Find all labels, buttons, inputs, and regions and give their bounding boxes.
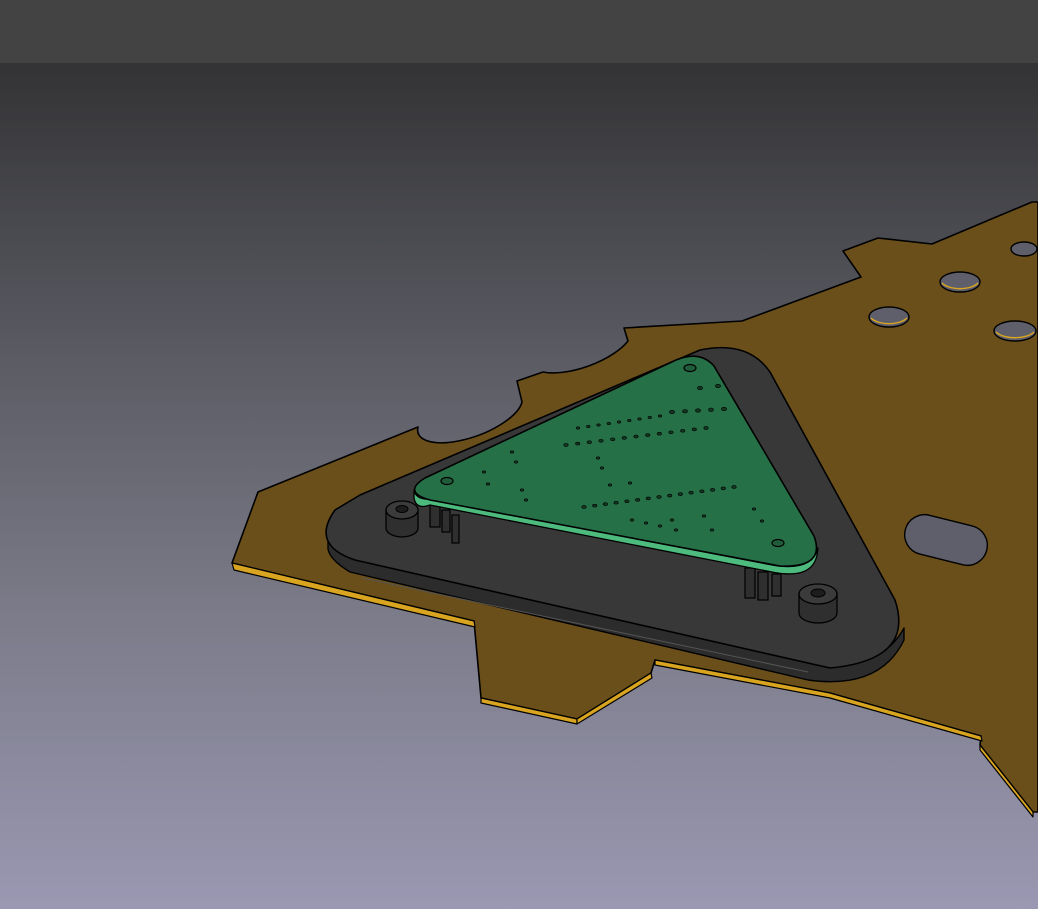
pcb-pad (656, 495, 662, 499)
pcb-pad (643, 521, 649, 525)
pcb-pad (523, 498, 529, 502)
pcb-pad (645, 496, 651, 501)
pcb-pad (586, 425, 591, 428)
pcb-pad (627, 419, 632, 422)
pcb-pad (607, 483, 613, 487)
pcb-pad (682, 409, 688, 414)
plate-hole (1010, 241, 1038, 257)
toolbar-area (0, 0, 1038, 64)
pcb-pad (624, 499, 630, 504)
pcb-pad (697, 386, 703, 390)
pcb-pad (657, 524, 663, 528)
pcb-pad (513, 460, 519, 464)
pcb-pad (595, 456, 601, 460)
pcb-pad (613, 500, 619, 505)
pcb-pad (598, 439, 604, 443)
pcb-pad (721, 407, 727, 411)
pcb-pad (645, 433, 651, 437)
pcb-pad (715, 384, 721, 388)
pcb-pad (606, 422, 611, 425)
pcb-pad (485, 482, 491, 486)
pcb-pad (657, 414, 663, 418)
pcb-pad (709, 528, 715, 532)
pcb-pad (751, 507, 757, 511)
pcb-pad (673, 528, 679, 532)
pcb-pad (688, 490, 694, 495)
pcb-pad (668, 430, 674, 435)
scene-canvas[interactable] (0, 63, 1038, 909)
pcb-pad (602, 502, 608, 506)
pcb-pad (731, 485, 737, 489)
pcb-pad (563, 443, 569, 447)
pcb-pad (656, 431, 662, 436)
pcb-pad (509, 450, 515, 454)
pcb-pad (669, 518, 675, 522)
pcb-pad (575, 426, 581, 430)
pcb-pad (599, 466, 605, 470)
pcb-pad (621, 436, 627, 440)
pcb-pad (596, 423, 601, 427)
pcb-pad (610, 437, 616, 442)
3d-viewport[interactable] (0, 63, 1038, 909)
standoff-right (798, 583, 838, 624)
pcb-pad (481, 470, 487, 474)
pcb-pad (627, 481, 633, 485)
pcb-pad (759, 519, 765, 523)
pcb-pad (699, 489, 705, 494)
pcb-pad (669, 410, 675, 414)
pcb-pad (710, 488, 716, 492)
cad-window (0, 0, 1038, 909)
pcb-pad (586, 440, 592, 444)
pcb-pad (581, 505, 587, 509)
pcb-pad (592, 503, 598, 508)
pcb-pad (680, 429, 686, 433)
pcb-pad (695, 408, 701, 413)
pcb-pad (720, 486, 726, 491)
pcb-pad (647, 416, 652, 419)
pcb-pad (616, 420, 622, 424)
pcb-pad (635, 498, 641, 502)
pcb-pad (677, 492, 683, 496)
pcb-pad (691, 427, 697, 432)
pcb-pad (667, 493, 673, 498)
pcb-pad (708, 407, 714, 412)
pcb-pad (575, 441, 581, 446)
pcb-pad (519, 488, 525, 492)
pcb-pad (703, 426, 709, 430)
pcb-pad (629, 518, 635, 522)
pcb-pad (637, 417, 642, 421)
pcb-pad (633, 434, 639, 439)
standoff-left (385, 500, 419, 538)
pcb-pad (701, 514, 707, 518)
